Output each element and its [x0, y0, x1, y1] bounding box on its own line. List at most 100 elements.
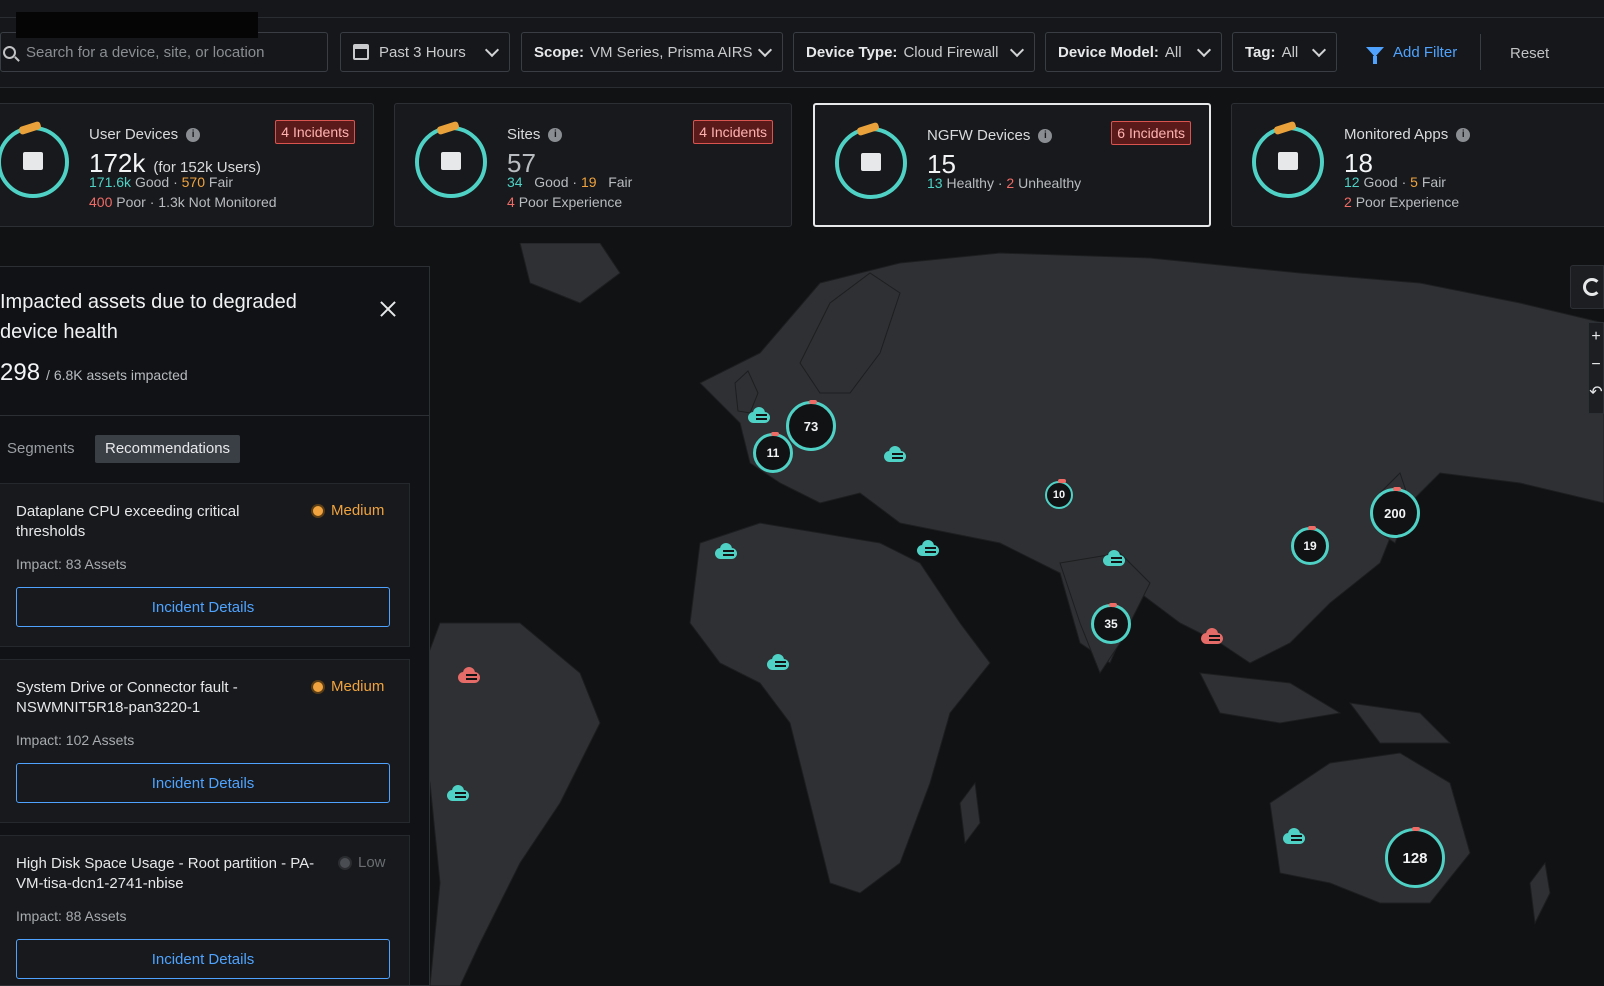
fair-label: Fair — [1421, 174, 1446, 190]
device-type-dropdown[interactable]: Device Type: Cloud Firewall — [793, 32, 1035, 72]
map-cluster[interactable]: 200 — [1370, 487, 1420, 538]
severity-dot-icon — [313, 681, 323, 692]
map-cluster[interactable]: 11 — [753, 432, 793, 473]
good-label: Good — [1363, 174, 1398, 190]
info-icon[interactable]: i — [1038, 128, 1053, 143]
impact-text: Impact: 88 Assets — [16, 908, 127, 924]
impact-value: 88 Assets — [65, 908, 127, 924]
health-ring — [835, 127, 907, 199]
monitored-apps-card[interactable]: Monitored Apps i 18 12 Good · 5 Fair 2 Po… — [1231, 103, 1604, 227]
recommendation-title: System Drive or Connector fault - NSWMNI… — [16, 679, 238, 716]
device-model-value: All — [1164, 43, 1182, 61]
impact-label: Impact: — [16, 732, 62, 748]
zoom-in-button[interactable]: + — [1589, 323, 1603, 351]
card-breakdown-2: 4 Poor Experience — [507, 194, 622, 210]
info-icon[interactable]: i — [1456, 127, 1471, 142]
map-cluster[interactable]: 19 — [1291, 526, 1329, 565]
cloud-firewall-icon[interactable] — [715, 543, 737, 559]
incidents-badge[interactable]: 4 Incidents — [275, 120, 355, 144]
cloud-firewall-unhealthy-icon[interactable] — [1201, 628, 1223, 644]
incidents-badge[interactable]: 4 Incidents — [693, 120, 773, 144]
ngfw-devices-card[interactable]: NGFW Devices i 6 Incidents 15 13 Healthy … — [813, 103, 1211, 227]
cloud-firewall-icon[interactable] — [884, 446, 906, 462]
sites-card[interactable]: Sites i 4 Incidents 57 34 Good · 19 Fair … — [394, 103, 792, 227]
map-cluster[interactable]: 35 — [1091, 603, 1131, 644]
card-title-text: NGFW Devices — [927, 127, 1031, 144]
tab-recommendations[interactable]: Recommendations — [95, 435, 241, 463]
divider — [1480, 34, 1481, 70]
fair-label: Fair — [208, 174, 234, 190]
poor-label: Poor — [116, 194, 146, 210]
health-ring — [415, 126, 487, 198]
chevron-down-icon — [1196, 42, 1212, 58]
incidents-badge[interactable]: 6 Incidents — [1111, 121, 1191, 145]
server-icon — [861, 153, 881, 171]
zoom-out-button[interactable]: − — [1589, 351, 1603, 379]
recommendation-card: High Disk Space Usage - Root partition -… — [0, 835, 410, 985]
search-icon — [3, 45, 16, 59]
time-range-value: Past 3 Hours — [379, 43, 466, 61]
health-ring — [1252, 126, 1324, 198]
add-filter-button[interactable]: Add Filter — [1366, 32, 1457, 72]
fair-count: 5 — [1410, 174, 1418, 190]
not-monitored-count: 1.3k — [158, 194, 185, 210]
reset-view-icon[interactable]: ↶ — [1589, 379, 1603, 407]
poor-count: 4 — [507, 194, 515, 210]
card-breakdown: 171.6k Good · 570 Fair — [89, 174, 234, 190]
cloud-firewall-icon[interactable] — [447, 785, 469, 801]
impact-text: Impact: 83 Assets — [16, 556, 127, 572]
map-cluster[interactable]: 128 — [1385, 827, 1445, 888]
severity-label: Medium — [331, 678, 385, 695]
redacted-block — [16, 12, 258, 38]
reset-button[interactable]: Reset — [1510, 45, 1549, 62]
cloud-firewall-icon[interactable] — [748, 407, 770, 423]
close-icon[interactable] — [378, 299, 398, 319]
severity-dot-icon — [313, 505, 323, 516]
device-type-label: Device Type: — [806, 43, 898, 61]
tab-segments[interactable]: Segments — [0, 435, 85, 463]
healthy-count: 13 — [927, 175, 943, 191]
scope-dropdown[interactable]: Scope: VM Series, Prisma AIRS — [521, 32, 783, 72]
health-ring — [0, 126, 69, 198]
poor-label: Poor Experience — [1355, 194, 1460, 210]
info-icon[interactable]: i — [548, 127, 563, 142]
refresh-icon — [1583, 278, 1601, 296]
impact-value: 102 Assets — [65, 732, 135, 748]
tag-value: All — [1281, 43, 1299, 61]
panel-title: Impacted assets due to degraded device h… — [0, 291, 297, 343]
device-model-dropdown[interactable]: Device Model: All — [1045, 32, 1222, 72]
card-breakdown-2: 400 Poor · 1.3k Not Monitored — [89, 194, 277, 210]
impacted-count: 298 / 6.8K assets impacted — [0, 359, 188, 387]
impact-label: Impact: — [16, 908, 62, 924]
good-count: 12 — [1344, 174, 1360, 190]
cloud-firewall-icon[interactable] — [1103, 550, 1125, 566]
cloud-firewall-icon[interactable] — [917, 540, 939, 556]
impacted-count-total: / 6.8K assets impacted — [46, 367, 188, 383]
info-icon[interactable]: i — [186, 127, 201, 142]
incident-details-button[interactable]: Incident Details — [16, 939, 390, 979]
map-cluster[interactable]: 10 — [1045, 479, 1073, 509]
chevron-down-icon — [1311, 42, 1327, 58]
tag-dropdown[interactable]: Tag: All — [1232, 32, 1337, 72]
cloud-firewall-icon[interactable] — [1283, 828, 1305, 844]
cloud-firewall-unhealthy-icon[interactable] — [458, 667, 480, 683]
user-devices-card[interactable]: User Devices i 4 Incidents 172k (for 152k … — [0, 103, 374, 227]
cloud-firewall-icon[interactable] — [767, 654, 789, 670]
severity-dot-icon — [340, 857, 350, 868]
recommendation-title: High Disk Space Usage - Root partition -… — [16, 855, 315, 892]
map-refresh-button[interactable] — [1570, 265, 1604, 309]
poor-count: 2 — [1344, 194, 1352, 210]
poor-count: 400 — [89, 194, 113, 210]
map-cluster[interactable]: 73 — [786, 400, 836, 451]
card-title-text: User Devices — [89, 126, 179, 143]
incident-details-button[interactable]: Incident Details — [16, 763, 390, 803]
app-window-icon — [1278, 152, 1298, 170]
severity-badge: Medium — [313, 678, 384, 695]
building-icon — [441, 152, 461, 170]
time-range-dropdown[interactable]: Past 3 Hours — [340, 32, 510, 72]
severity-badge: Low — [340, 854, 386, 871]
add-filter-label: Add Filter — [1393, 43, 1458, 61]
search-input[interactable]: Search for a device, site, or location — [0, 32, 328, 72]
incident-details-button[interactable]: Incident Details — [16, 587, 390, 627]
impacted-assets-panel: Impacted assets due to degraded device h… — [0, 266, 430, 986]
